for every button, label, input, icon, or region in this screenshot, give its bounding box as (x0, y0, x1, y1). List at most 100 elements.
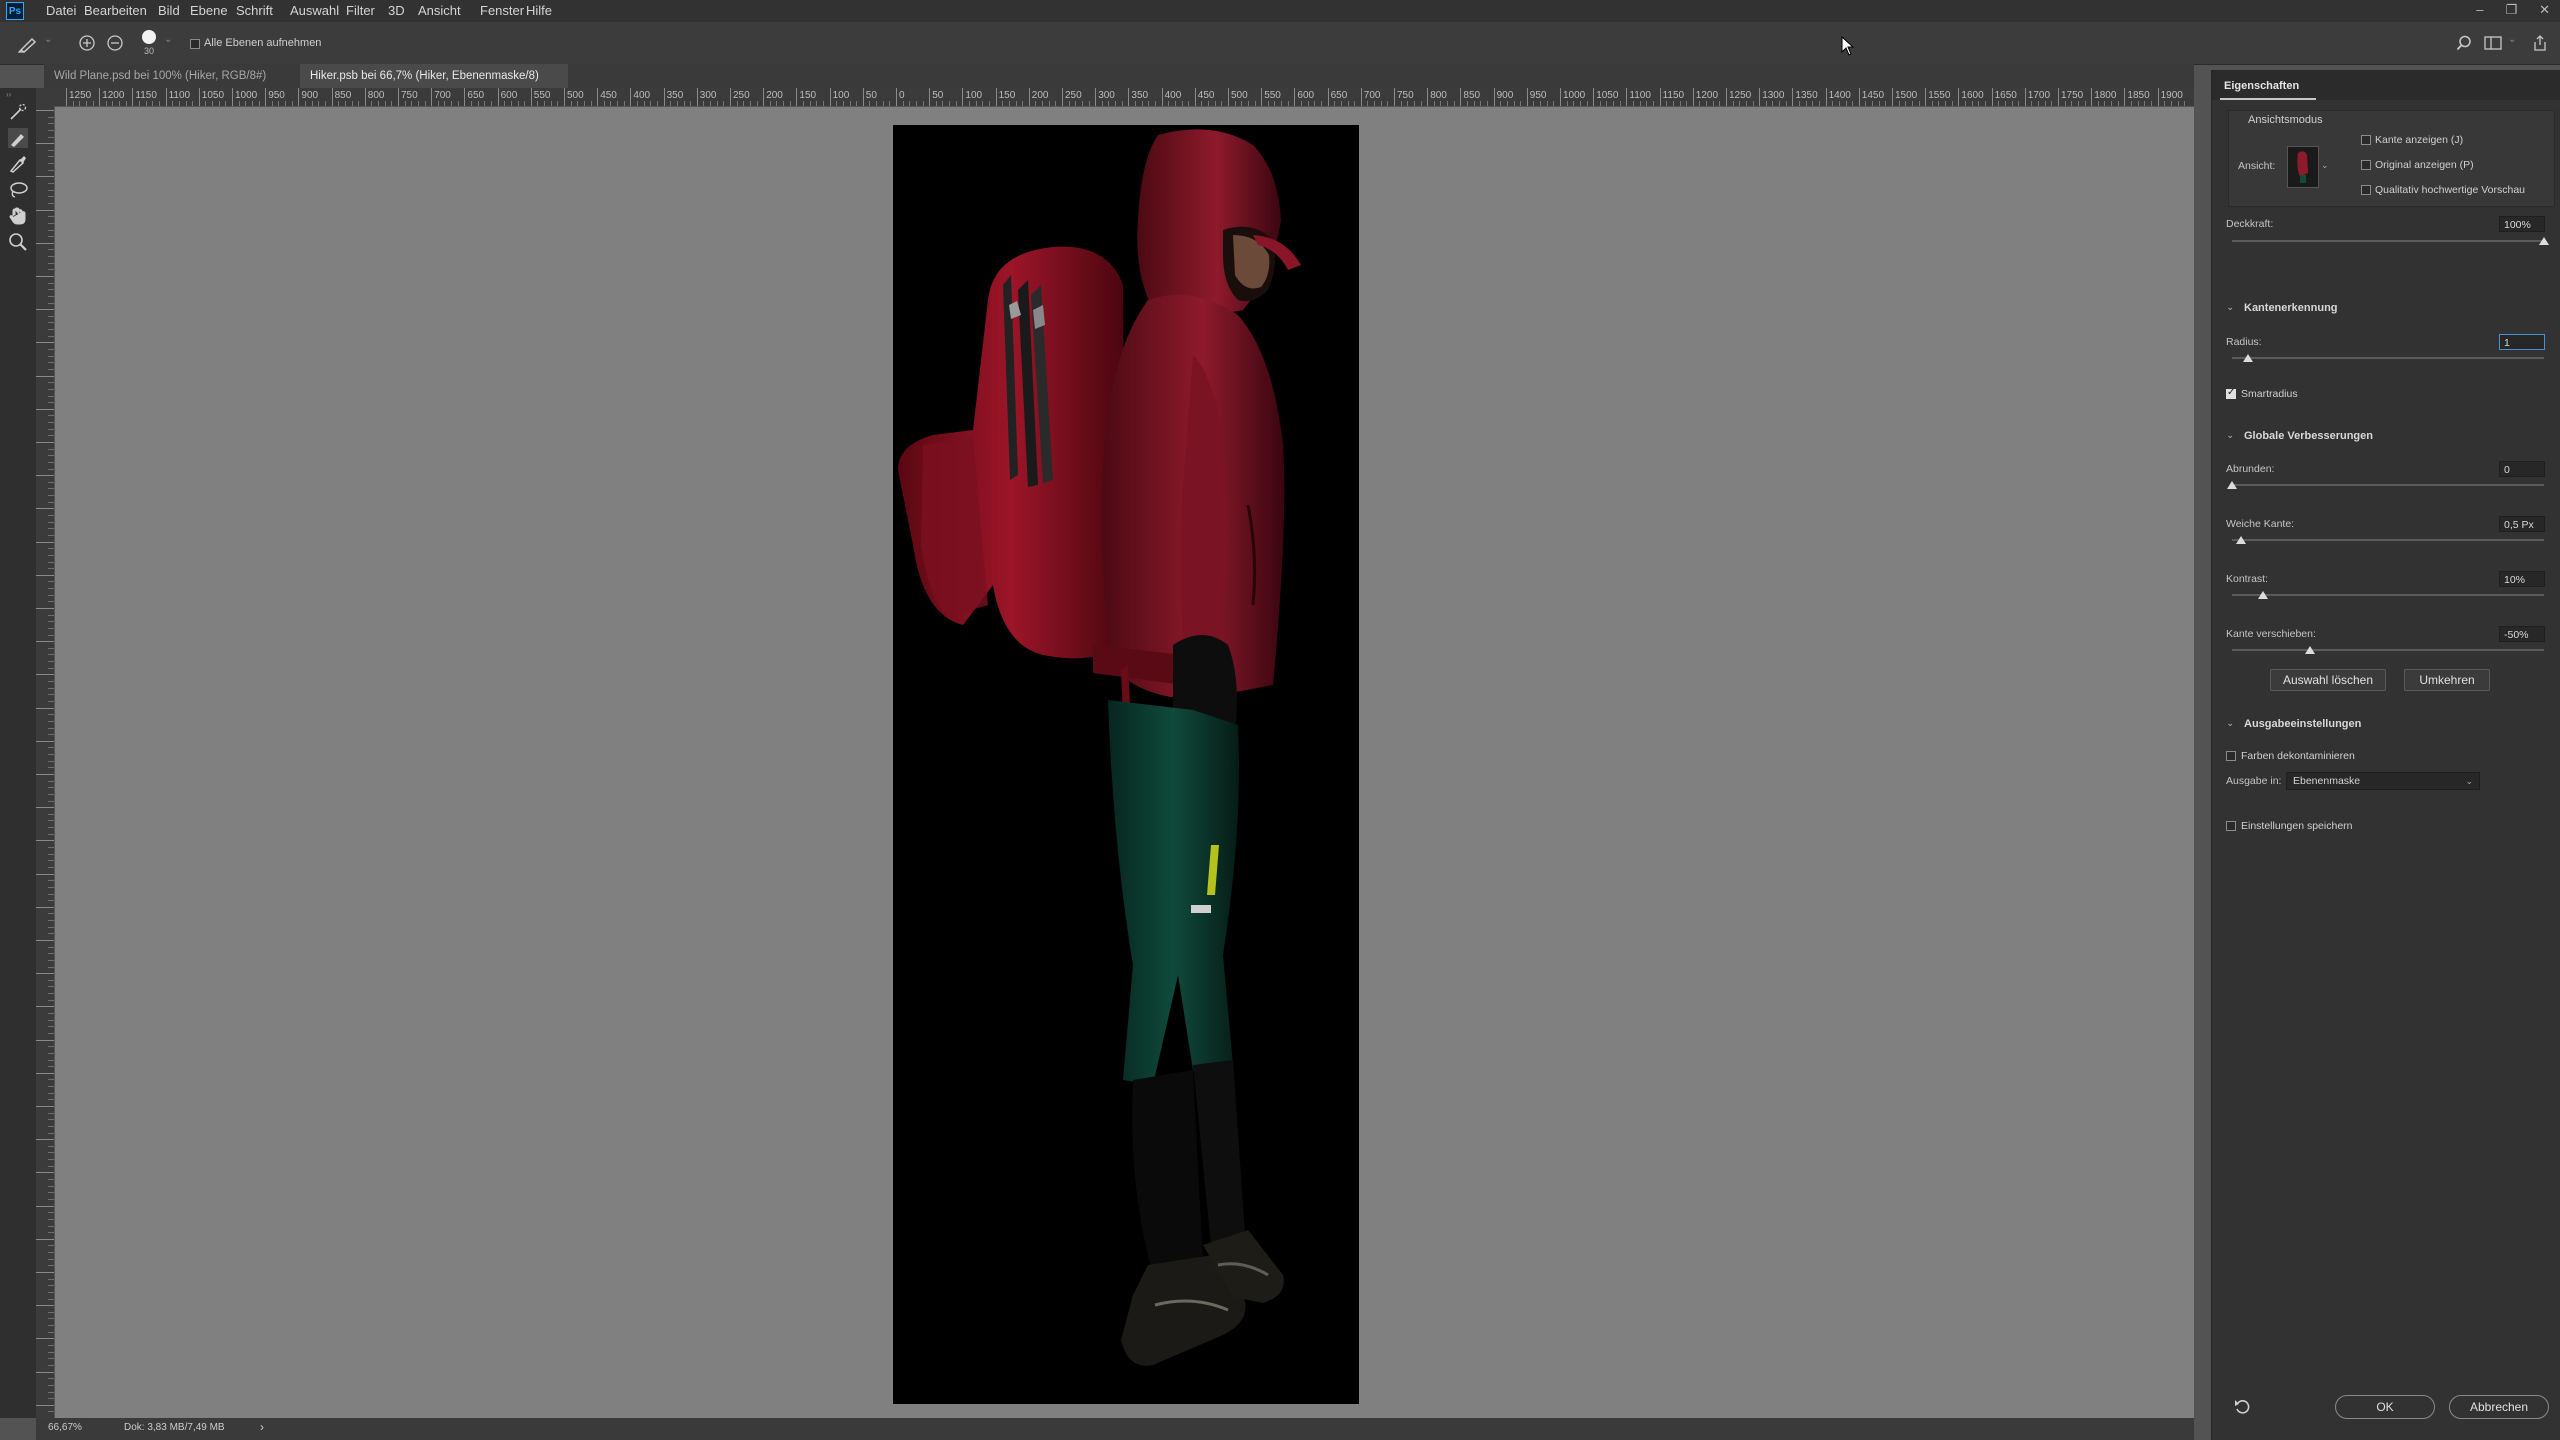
ruler-minor-tick (2038, 101, 2040, 106)
menu-item-hilfe[interactable]: Hilfe (526, 3, 552, 18)
menu-item-bearbeiten[interactable]: Bearbeiten (84, 3, 147, 18)
chevron-down-icon[interactable]: ⌄ (2508, 34, 2516, 45)
ruler-tick (48, 1245, 54, 1247)
ruler-minor-tick (1035, 101, 1037, 106)
add-to-selection-icon[interactable] (78, 34, 96, 52)
close-icon[interactable]: ✕ (2539, 2, 2550, 18)
menu-item-filter[interactable]: Filter (346, 3, 375, 18)
clear-selection-button[interactable]: Auswahl löschen (2270, 669, 2386, 691)
chevron-down-icon[interactable]: ⌄ (44, 34, 52, 45)
remember-settings-checkbox[interactable] (2226, 821, 2236, 831)
opacity-slider-knob[interactable] (2539, 237, 2549, 245)
feather-slider-knob[interactable] (2236, 536, 2247, 544)
menu-item-ebene[interactable]: Ebene (190, 3, 228, 18)
search-icon[interactable] (2456, 35, 2472, 51)
ruler-minor-tick (942, 101, 944, 106)
invert-button[interactable]: Umkehren (2404, 669, 2490, 691)
edge-detection-header[interactable]: Kantenerkennung (2244, 302, 2338, 314)
ok-button[interactable]: OK (2335, 1395, 2435, 1419)
status-menu-arrow[interactable]: › (260, 1420, 264, 1434)
radius-slider-knob[interactable] (2242, 354, 2253, 362)
radius-slider[interactable] (2232, 357, 2544, 359)
sample-all-layers-checkbox[interactable] (190, 39, 200, 49)
chevron-down-icon[interactable]: ⌄ (2226, 718, 2234, 729)
ruler-major-tick (896, 88, 897, 106)
panel-title[interactable]: Eigenschaften (2224, 80, 2299, 92)
smooth-slider-knob[interactable] (2227, 481, 2237, 489)
decontaminate-colors-checkbox[interactable] (2226, 751, 2236, 761)
refine-edge-brush-icon[interactable] (8, 128, 28, 148)
chevron-down-icon[interactable]: ⌄ (2321, 160, 2329, 171)
hq-preview-checkbox[interactable] (2361, 185, 2371, 195)
canvas-area[interactable] (55, 107, 2194, 1418)
ruler-minor-tick (2150, 101, 2152, 106)
quick-selection-tool-icon[interactable] (8, 102, 28, 122)
ruler-major-tick (1360, 88, 1362, 106)
ruler-minor-tick (324, 101, 326, 106)
show-edge-checkbox[interactable] (2361, 135, 2371, 145)
global-refinements-header[interactable]: Globale Verbesserungen (2244, 430, 2373, 442)
view-mode-thumbnail[interactable] (2287, 146, 2319, 188)
ruler-minor-tick (417, 101, 419, 106)
show-original-checkbox[interactable] (2361, 160, 2371, 170)
opacity-field[interactable]: 100% (2499, 216, 2545, 232)
ruler-label: 1900 (2160, 90, 2183, 101)
ruler-label: 550 (533, 90, 551, 101)
output-to-dropdown[interactable]: Ebenenmaske ⌄ (2286, 772, 2480, 790)
brush-tool-preset-icon[interactable] (18, 35, 40, 53)
zoom-level[interactable]: 66,67% (48, 1422, 82, 1433)
ruler-minor-tick (2111, 101, 2113, 106)
ruler-major-tick (2024, 88, 2026, 106)
ruler-tick (48, 833, 54, 835)
menu-item-auswahl[interactable]: Auswahl (290, 3, 339, 18)
ruler-minor-tick (351, 101, 353, 106)
contrast-slider[interactable] (2232, 594, 2544, 596)
hiker-image[interactable] (893, 125, 1359, 1404)
ruler-tick (48, 754, 54, 756)
chevron-down-icon[interactable]: ⌄ (2226, 302, 2234, 313)
menu-item-datei[interactable]: Datei (46, 3, 76, 18)
shift-edge-slider[interactable] (2232, 649, 2544, 651)
lasso-tool-icon[interactable] (8, 180, 28, 200)
feather-field[interactable]: 0,5 Px (2499, 516, 2545, 532)
feather-slider[interactable] (2232, 539, 2544, 541)
ruler-minor-tick (384, 101, 386, 106)
smart-radius-checkbox[interactable] (2226, 387, 2236, 399)
chevron-down-icon[interactable]: ⌄ (2226, 430, 2234, 441)
contrast-slider-knob[interactable] (2258, 591, 2269, 599)
tab-wild-plane[interactable]: Wild Plane.psd bei 100% (Hiker, RGB/8#) … (44, 64, 294, 106)
ruler-minor-tick (1513, 101, 1515, 106)
ruler-minor-tick (1838, 101, 1840, 106)
menu-item-schrift[interactable]: Schrift (236, 3, 273, 18)
brush-preview-icon[interactable] (142, 30, 156, 44)
contrast-field[interactable]: 10% (2499, 571, 2545, 587)
menu-item-bild[interactable]: Bild (158, 3, 180, 18)
smooth-field[interactable]: 0 (2499, 461, 2545, 477)
menu-item-3d[interactable]: 3D (388, 3, 405, 18)
ruler-minor-tick (1998, 101, 2000, 106)
menu-item-ansicht[interactable]: Ansicht (418, 3, 461, 18)
brush-tool-icon[interactable] (8, 154, 28, 174)
workspace-icon[interactable] (2484, 35, 2502, 51)
hand-tool-icon[interactable] (8, 206, 28, 226)
menu-item-fenster[interactable]: Fenster (480, 3, 524, 18)
radius-field[interactable]: 1 (2499, 334, 2545, 350)
output-settings-header[interactable]: Ausgabeeinstellungen (2244, 718, 2361, 730)
collapse-icon[interactable]: ›› (6, 90, 11, 99)
shift-edge-slider-knob[interactable] (2305, 646, 2315, 654)
reset-icon[interactable] (2234, 1398, 2252, 1416)
minimize-icon[interactable]: – (2476, 2, 2483, 18)
ruler-minor-tick (1274, 101, 1276, 106)
zoom-tool-icon[interactable] (8, 232, 28, 252)
subtract-from-selection-icon[interactable] (106, 34, 124, 52)
tab-hiker[interactable]: Hiker.psb bei 66,7% (Hiker, Ebenenmaske/… (300, 64, 568, 106)
shift-edge-field[interactable]: -50% (2499, 626, 2545, 642)
ruler-minor-tick (318, 101, 320, 106)
restore-icon[interactable]: ❐ (2505, 2, 2517, 18)
smooth-slider[interactable] (2232, 484, 2544, 486)
chevron-down-icon[interactable]: ⌄ (164, 34, 172, 45)
cancel-button[interactable]: Abbrechen (2449, 1395, 2549, 1419)
ruler-tick (48, 1318, 54, 1320)
opacity-slider[interactable] (2232, 240, 2544, 242)
share-icon[interactable] (2532, 34, 2548, 52)
